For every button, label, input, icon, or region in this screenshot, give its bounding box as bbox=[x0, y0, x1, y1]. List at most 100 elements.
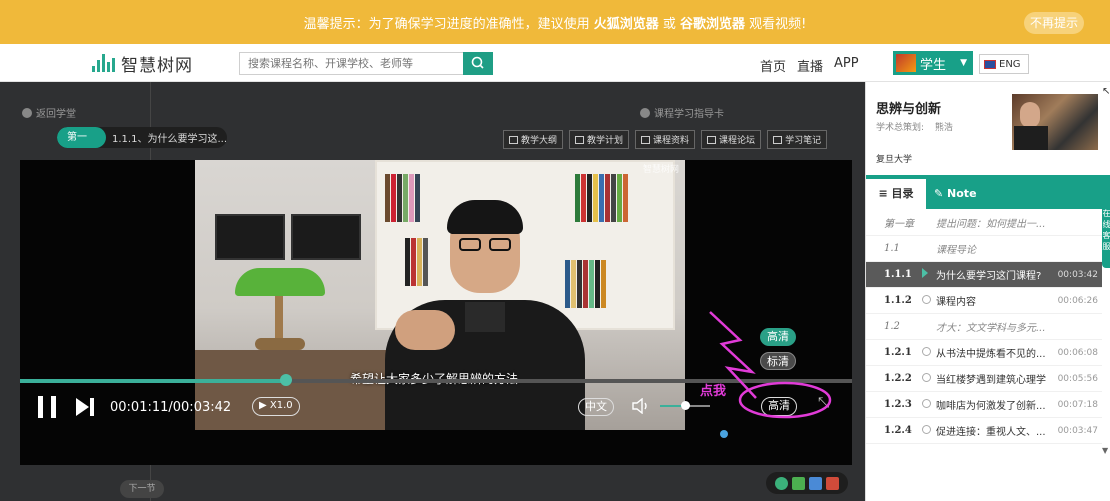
status-icon bbox=[922, 424, 936, 437]
list-icon: ≡ bbox=[878, 187, 892, 200]
banner-message: 温馨提示：为了确保学习进度的准确性，建议使用 火狐浏览器 或 谷歌浏览器 观看视… bbox=[0, 13, 1110, 32]
toc-row[interactable]: 第一章 提出问题：如何提出一... bbox=[866, 210, 1102, 236]
time-display: 00:01:11/00:03:42 bbox=[110, 400, 232, 415]
tab-note-label: Note bbox=[947, 187, 977, 200]
toc-number: 1.2 bbox=[884, 321, 900, 332]
nav-home[interactable]: 首页 bbox=[760, 56, 786, 75]
next-section-button[interactable]: 下一节 bbox=[120, 480, 164, 498]
book-icon bbox=[509, 135, 518, 144]
speaker-hair bbox=[447, 200, 523, 234]
pause-button[interactable] bbox=[38, 396, 56, 418]
toc-duration: 00:05:56 bbox=[1057, 373, 1098, 384]
subtitle-language-button[interactable]: 中文 bbox=[578, 398, 614, 416]
role-label: 学生 bbox=[920, 57, 947, 73]
edit-icon: ✎ bbox=[934, 187, 948, 200]
share-bar bbox=[766, 472, 848, 494]
toc-label: 课程内容 bbox=[936, 297, 976, 308]
wechat-icon[interactable] bbox=[792, 476, 805, 490]
video-watermark: 智慧树网 bbox=[642, 165, 679, 175]
monitor bbox=[291, 214, 361, 260]
toc-row[interactable]: 1.1 课程导论 bbox=[866, 236, 1102, 262]
qzone-icon[interactable] bbox=[809, 476, 822, 490]
volume-handle[interactable] bbox=[681, 401, 690, 410]
lamp-stem bbox=[275, 296, 283, 340]
speaker-icon bbox=[632, 397, 647, 415]
folder-icon bbox=[641, 135, 651, 144]
toc-label: 才大：文文学科与多元... bbox=[936, 323, 1046, 334]
plan-label: 教学计划 bbox=[587, 136, 624, 146]
volume-icon[interactable] bbox=[632, 397, 650, 418]
toc-number: 1.2.2 bbox=[884, 373, 912, 384]
thumb-face bbox=[1020, 102, 1040, 128]
tab-toc[interactable]: ≡ 目录 bbox=[866, 179, 926, 209]
back-to-classroom[interactable]: 返回学堂 bbox=[22, 105, 76, 120]
books bbox=[385, 174, 421, 224]
course-thumbnail[interactable] bbox=[1012, 94, 1098, 150]
toc-row[interactable]: 1.2.1 从书法中提炼看不见的... 00:06:08 bbox=[866, 340, 1102, 366]
tab-note[interactable]: ✎ Note bbox=[926, 179, 1110, 209]
nav-app[interactable]: APP bbox=[834, 56, 859, 71]
firefox-link[interactable]: 火狐浏览器 bbox=[594, 17, 659, 32]
toc-row[interactable]: 1.2.4 促进连接：重视人文、... 00:03:47 bbox=[866, 418, 1102, 444]
toc-duration: 00:06:26 bbox=[1057, 295, 1098, 306]
next-button[interactable] bbox=[76, 398, 94, 416]
click-me-label: 点我 bbox=[700, 384, 727, 399]
customer-service-tab[interactable]: 在线客服 bbox=[1102, 202, 1110, 268]
materials-button[interactable]: 课程资料 bbox=[635, 130, 696, 149]
guide-icon bbox=[640, 107, 650, 118]
status-icon bbox=[922, 398, 936, 411]
indicator-dot bbox=[720, 430, 728, 438]
study-guide-card[interactable]: 课程学习指导卡 bbox=[640, 105, 724, 120]
glasses bbox=[457, 238, 515, 252]
site-logo[interactable]: 智慧树网 bbox=[92, 52, 193, 76]
toc-number: 1.1.2 bbox=[884, 295, 912, 306]
toc-row[interactable]: 1.2.3 咖啡店为何激发了创新... 00:07:18 bbox=[866, 392, 1102, 418]
search-box bbox=[239, 52, 464, 75]
banner-suffix: 观看视频! bbox=[745, 17, 807, 32]
toc-row[interactable]: 1.1.2 课程内容 00:06:26 bbox=[866, 288, 1102, 314]
syllabus-button[interactable]: 教学大纲 bbox=[503, 130, 564, 149]
video-frame: 智慧树网 bbox=[195, 160, 685, 430]
status-icon bbox=[922, 372, 936, 385]
speed-label: X1.0 bbox=[269, 400, 293, 411]
scroll-down-icon[interactable]: ▼ bbox=[1102, 446, 1108, 455]
play-icon: ▶ bbox=[259, 400, 270, 411]
playing-icon bbox=[922, 268, 936, 281]
search-icon bbox=[471, 56, 484, 69]
uk-flag-icon bbox=[984, 59, 996, 69]
banner-or: 或 bbox=[658, 17, 681, 32]
toc-row[interactable]: 1.2 才大：文文学科与多元... bbox=[866, 314, 1102, 340]
calendar-icon bbox=[575, 135, 585, 144]
weibo-icon[interactable] bbox=[826, 476, 839, 490]
video-player[interactable]: 智慧树网 希望让大家多少了解思辨的方法 高清 标清 00:01:11/00:03… bbox=[20, 160, 852, 465]
toc-row[interactable]: 1.1.1 为什么要学习这门课程? 00:03:42 bbox=[866, 262, 1102, 288]
books bbox=[565, 260, 607, 310]
materials-label: 课程资料 bbox=[653, 136, 690, 146]
toc-number: 1.2.3 bbox=[884, 399, 912, 410]
course-sidebar: 思辨与创新 学术总策划: 熊浩 复旦大学 ↖ ≡ 目录 ✎ Note 第一章 提出… bbox=[865, 82, 1110, 501]
language-switch[interactable]: ENG bbox=[979, 54, 1029, 74]
school-name: 复旦大学 bbox=[876, 155, 913, 165]
toc-row[interactable]: 1.2.2 当红楼梦遇到建筑心理学 00:05:56 bbox=[866, 366, 1102, 392]
role-dropdown[interactable]: 学生 ▼ bbox=[893, 51, 973, 75]
notes-button[interactable]: 学习笔记 bbox=[767, 130, 828, 149]
site-header: 智慧树网 首页 直播 APP 学生 ▼ ENG bbox=[0, 44, 1110, 82]
dismiss-button[interactable]: 不再提示 bbox=[1024, 12, 1084, 34]
plan-button[interactable]: 教学计划 bbox=[569, 130, 630, 149]
search-input[interactable] bbox=[240, 53, 458, 74]
toc-label: 当红楼梦遇到建筑心理学 bbox=[936, 375, 1046, 386]
toc-duration: 00:07:18 bbox=[1057, 399, 1098, 410]
chapter-indicator[interactable]: 第一章 1.1.1、为什么要学习这... bbox=[57, 127, 227, 148]
search-button[interactable] bbox=[463, 52, 493, 75]
language-label: ENG bbox=[999, 58, 1021, 70]
books bbox=[575, 174, 629, 224]
add-icon[interactable] bbox=[775, 476, 788, 490]
chrome-link[interactable]: 谷歌浏览器 bbox=[680, 17, 745, 32]
course-title: 思辨与创新 bbox=[876, 102, 942, 117]
forum-button[interactable]: 课程论坛 bbox=[701, 130, 762, 149]
speed-button[interactable]: ▶ X1.0 bbox=[252, 397, 300, 416]
lamp bbox=[235, 268, 325, 296]
books bbox=[405, 238, 429, 288]
toc-label: 咖啡店为何激发了创新... bbox=[936, 401, 1046, 412]
nav-live[interactable]: 直播 bbox=[797, 56, 823, 75]
